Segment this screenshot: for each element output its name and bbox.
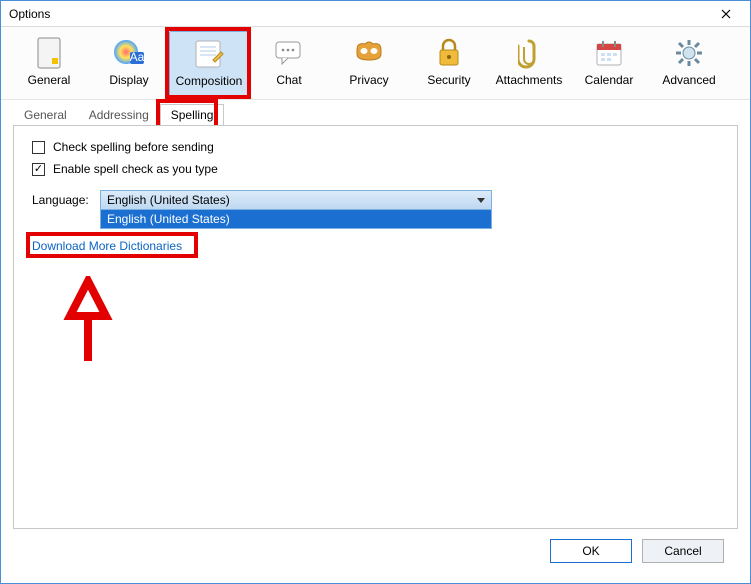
category-chat[interactable]: Chat bbox=[249, 31, 329, 97]
check-before-send-checkbox[interactable] bbox=[32, 141, 45, 154]
language-option[interactable]: English (United States) bbox=[101, 210, 491, 228]
category-toolbar: General Aa Display Composition Chat bbox=[1, 27, 750, 100]
category-label: Composition bbox=[176, 74, 243, 88]
category-label: Chat bbox=[276, 73, 301, 87]
enable-as-type-row: Enable spell check as you type bbox=[32, 162, 719, 176]
dialog-buttons: OK Cancel bbox=[13, 529, 738, 573]
category-label: Advanced bbox=[662, 73, 715, 87]
category-calendar[interactable]: Calendar bbox=[569, 31, 649, 97]
close-icon bbox=[721, 9, 731, 19]
options-window: Options General Aa Display Composition bbox=[0, 0, 751, 584]
category-label: Privacy bbox=[349, 73, 388, 87]
language-row: Language: English (United States) bbox=[32, 190, 719, 210]
body-area: General Addressing Spelling Check spelli… bbox=[1, 100, 750, 583]
calendar-icon bbox=[591, 35, 627, 71]
category-advanced[interactable]: Advanced bbox=[649, 31, 729, 97]
category-label: Security bbox=[427, 73, 470, 87]
chevron-down-icon bbox=[477, 198, 485, 203]
check-before-send-row: Check spelling before sending bbox=[32, 140, 719, 154]
svg-text:Aa: Aa bbox=[130, 50, 145, 64]
category-privacy[interactable]: Privacy bbox=[329, 31, 409, 97]
subtab-addressing[interactable]: Addressing bbox=[78, 104, 160, 126]
category-label: General bbox=[28, 73, 71, 87]
subtab-general[interactable]: General bbox=[13, 104, 78, 126]
category-display[interactable]: Aa Display bbox=[89, 31, 169, 97]
category-composition[interactable]: Composition bbox=[169, 31, 249, 97]
display-icon: Aa bbox=[111, 35, 147, 71]
category-security[interactable]: Security bbox=[409, 31, 489, 97]
subtab-spelling[interactable]: Spelling bbox=[160, 104, 225, 126]
chat-icon bbox=[271, 35, 307, 71]
category-label: Attachments bbox=[496, 73, 563, 87]
enable-as-type-checkbox[interactable] bbox=[32, 163, 45, 176]
spelling-panel: Check spelling before sending Enable spe… bbox=[13, 125, 738, 529]
window-title: Options bbox=[9, 7, 706, 21]
category-general[interactable]: General bbox=[9, 31, 89, 97]
category-label: Calendar bbox=[585, 73, 634, 87]
annotation-arrow-icon bbox=[58, 276, 118, 366]
subtab-strip: General Addressing Spelling bbox=[13, 102, 738, 126]
language-selected-value: English (United States) bbox=[107, 193, 230, 207]
cancel-button[interactable]: Cancel bbox=[642, 539, 724, 563]
advanced-icon bbox=[671, 35, 707, 71]
ok-button[interactable]: OK bbox=[550, 539, 632, 563]
general-icon bbox=[31, 35, 67, 71]
attachments-icon bbox=[511, 35, 547, 71]
privacy-icon bbox=[351, 35, 387, 71]
category-attachments[interactable]: Attachments bbox=[489, 31, 569, 97]
category-label: Display bbox=[109, 73, 148, 87]
language-label: Language: bbox=[32, 193, 92, 207]
titlebar: Options bbox=[1, 1, 750, 27]
language-dropdown: English (United States) bbox=[100, 210, 492, 229]
close-button[interactable] bbox=[706, 2, 746, 26]
check-before-send-label[interactable]: Check spelling before sending bbox=[53, 140, 214, 154]
language-select[interactable]: English (United States) bbox=[100, 190, 492, 210]
download-dictionaries-link[interactable]: Download More Dictionaries bbox=[32, 239, 182, 253]
enable-as-type-label[interactable]: Enable spell check as you type bbox=[53, 162, 218, 176]
composition-icon bbox=[191, 36, 227, 72]
security-icon bbox=[431, 35, 467, 71]
